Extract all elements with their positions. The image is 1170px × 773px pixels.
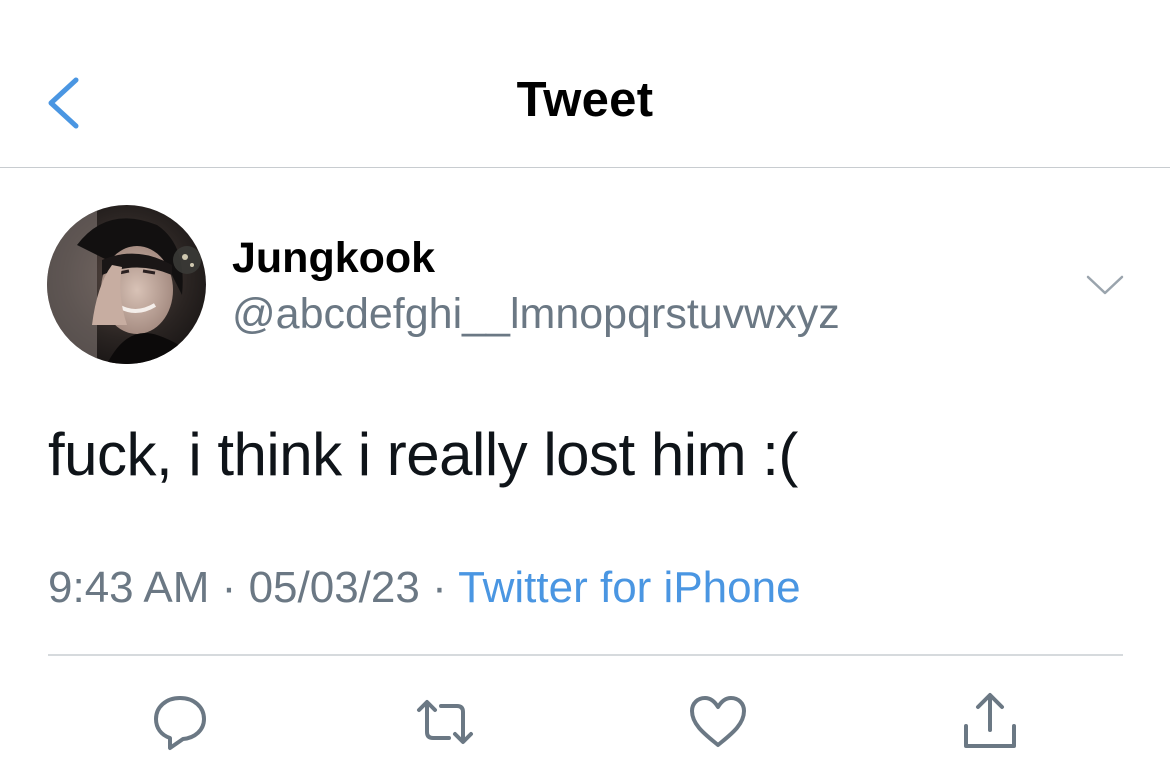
share-icon	[964, 693, 1016, 748]
tweet-text: fuck, i think i really lost him :(	[48, 421, 798, 488]
tweet-date: 05/03/23	[248, 563, 420, 612]
page-title: Tweet	[516, 73, 654, 127]
author-display-name[interactable]: Jungkook	[232, 234, 435, 283]
tweet-time: 9:43 AM	[48, 563, 210, 612]
retweet-icon	[417, 700, 473, 744]
reply-button[interactable]	[148, 690, 212, 754]
author-handle[interactable]: @abcdefghi__lmnopqrstuvwxyz	[232, 290, 840, 339]
like-icon	[690, 696, 746, 747]
tweet-source-link[interactable]: Twitter for iPhone	[458, 563, 800, 612]
tweet-meta: 9:43 AM · 05/03/23 · Twitter for iPhone	[48, 563, 801, 613]
reply-icon	[154, 696, 206, 750]
retweet-button[interactable]	[413, 690, 477, 754]
meta-separator: ·	[221, 563, 237, 612]
meta-separator: ·	[432, 563, 447, 612]
chevron-down-icon	[1086, 275, 1124, 295]
share-button[interactable]	[958, 690, 1022, 754]
more-options-button[interactable]	[1084, 268, 1126, 302]
avatar-image	[47, 205, 206, 364]
avatar[interactable]	[47, 205, 206, 364]
like-button[interactable]	[686, 690, 750, 754]
navigation-bar: Tweet	[0, 0, 1170, 168]
divider	[48, 654, 1123, 656]
